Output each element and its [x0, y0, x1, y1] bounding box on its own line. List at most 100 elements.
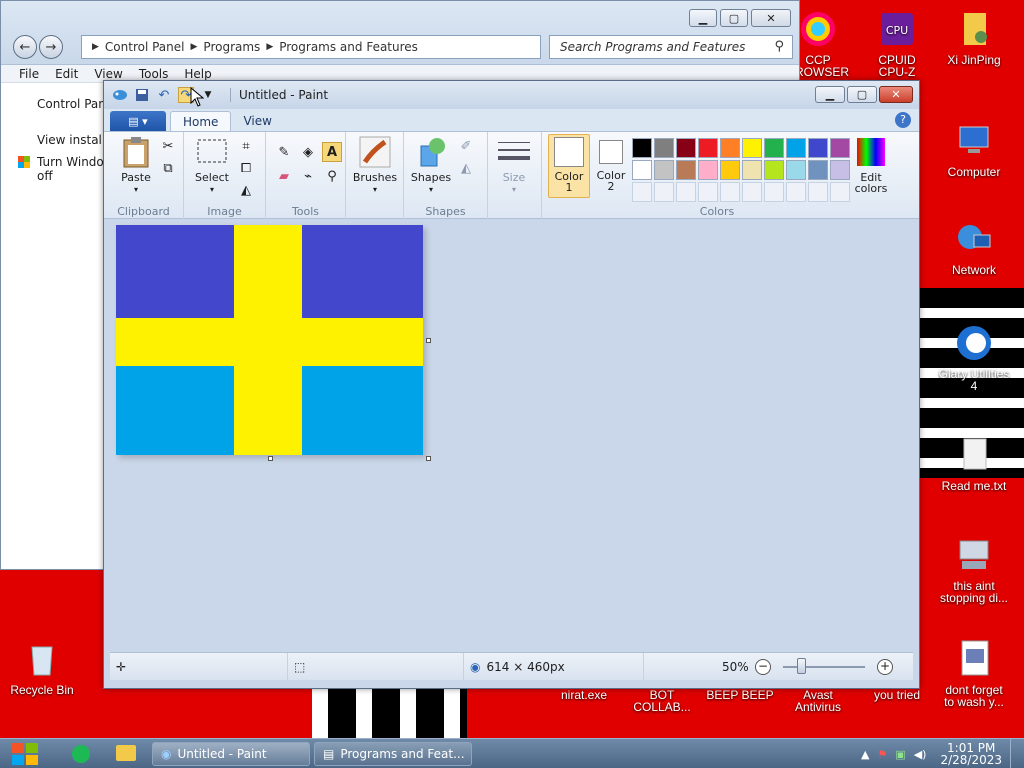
palette-swatch-empty[interactable] — [698, 182, 718, 202]
palette-swatch-empty[interactable] — [632, 182, 652, 202]
shapes-button[interactable]: Shapes ▾ — [408, 136, 454, 195]
outline-icon[interactable]: ✐ — [456, 136, 476, 156]
breadcrumb-control-panel[interactable]: Control Panel — [105, 40, 185, 54]
zoom-out-button[interactable]: − — [755, 659, 771, 675]
breadcrumb-programs[interactable]: Programs — [203, 40, 260, 54]
show-hidden-icons[interactable]: ▲ — [861, 748, 869, 761]
palette-swatch[interactable] — [764, 160, 784, 180]
crop-icon[interactable]: ⌗ — [236, 136, 256, 156]
paste-button[interactable]: Paste ▾ — [116, 136, 156, 195]
desktop-icon-avast[interactable]: Avast Antivirus — [776, 689, 860, 713]
palette-swatch[interactable] — [742, 160, 762, 180]
palette-swatch[interactable] — [720, 138, 740, 158]
desktop-icon-xi-jinping[interactable]: Xi JinPing — [932, 8, 1016, 66]
desktop-icon-recycle-bin[interactable]: Recycle Bin — [0, 638, 84, 696]
desktop-icon-bot-collab[interactable]: BOT COLLAB... — [620, 689, 704, 713]
canvas-area[interactable] — [110, 221, 915, 655]
fill-bucket-icon[interactable]: ◈ — [298, 142, 318, 162]
palette-swatch[interactable] — [786, 160, 806, 180]
resize-handle-bottom[interactable] — [268, 456, 273, 461]
zoom-in-button[interactable]: + — [877, 659, 893, 675]
brushes-button[interactable]: Brushes ▾ — [352, 136, 398, 195]
palette-swatch-empty[interactable] — [676, 182, 696, 202]
menu-edit[interactable]: Edit — [55, 65, 78, 82]
palette-swatch-empty[interactable] — [808, 182, 828, 202]
eraser-icon[interactable]: ▰ — [274, 166, 294, 186]
folder-taskbar-icon[interactable] — [116, 745, 136, 761]
zoom-slider-thumb[interactable] — [797, 658, 806, 674]
start-button[interactable] — [8, 741, 44, 767]
paint-maximize-button[interactable]: ▢ — [847, 86, 877, 103]
palette-swatch[interactable] — [808, 160, 828, 180]
desktop-icon-you-tried[interactable]: you tried — [855, 689, 939, 701]
palette-swatch[interactable] — [720, 160, 740, 180]
size-button[interactable]: Size ▾ — [494, 136, 534, 195]
desktop-icon-nirat[interactable]: nirat.exe — [542, 689, 626, 701]
spotify-taskbar-icon[interactable] — [72, 745, 90, 763]
magnifier-icon[interactable]: ⚲ — [322, 166, 342, 186]
minimize-button[interactable]: ▁ — [689, 9, 717, 27]
desktop-icon-beep-beep[interactable]: BEEP BEEP — [698, 689, 782, 701]
cut-icon[interactable]: ✂ — [158, 136, 178, 156]
pencil-icon[interactable]: ✎ — [274, 142, 294, 162]
select-button[interactable]: Select ▾ — [192, 136, 232, 195]
text-tool-icon[interactable]: A — [322, 142, 342, 162]
palette-swatch[interactable] — [676, 138, 696, 158]
resize-icon[interactable]: ⧠ — [236, 158, 256, 178]
palette-swatch[interactable] — [632, 138, 652, 158]
show-desktop-button[interactable] — [1010, 739, 1020, 768]
palette-swatch[interactable] — [830, 160, 850, 180]
menu-file[interactable]: File — [19, 65, 39, 82]
edit-colors-button[interactable]: Edit colors — [850, 136, 892, 194]
desktop-icon-read-me[interactable]: Read me.txt — [932, 434, 1016, 492]
desktop-icon-dont-forget[interactable]: dont forget to wash y... — [932, 638, 1016, 708]
color2-button[interactable]: Color 2 — [592, 136, 630, 192]
action-center-flag-icon[interactable]: ⚑ — [877, 748, 887, 761]
copy-icon[interactable]: ⧉ — [158, 158, 178, 178]
drawing-canvas[interactable] — [116, 225, 423, 455]
palette-swatch-empty[interactable] — [654, 182, 674, 202]
volume-icon[interactable]: ◀) — [914, 748, 927, 761]
palette-swatch-empty[interactable] — [742, 182, 762, 202]
desktop-icon-this-aint[interactable]: this aint stopping di... — [932, 534, 1016, 604]
taskbar-app-programs-features[interactable]: ▤ Programs and Feat... — [314, 742, 472, 766]
tab-view[interactable]: View — [231, 111, 283, 131]
palette-swatch[interactable] — [654, 138, 674, 158]
palette-swatch[interactable] — [786, 138, 806, 158]
palette-swatch-empty[interactable] — [764, 182, 784, 202]
zoom-slider-track[interactable] — [783, 666, 865, 668]
palette-swatch-empty[interactable] — [830, 182, 850, 202]
forward-button[interactable]: → — [39, 35, 63, 59]
palette-swatch-empty[interactable] — [786, 182, 806, 202]
breadcrumb-programs-and-features[interactable]: Programs and Features — [279, 40, 418, 54]
desktop-icon-cpuid[interactable]: CPU CPUID CPU-Z — [855, 8, 939, 78]
palette-swatch[interactable] — [742, 138, 762, 158]
network-tray-icon[interactable]: ▣ — [895, 748, 905, 761]
palette-swatch[interactable] — [632, 160, 652, 180]
clock[interactable]: 1:01 PM 2/28/2023 — [940, 742, 1002, 766]
paint-menu-button[interactable]: ▤ ▾ — [110, 111, 166, 131]
rotate-icon[interactable]: ◭ — [236, 180, 256, 200]
paint-minimize-button[interactable]: ▁ — [815, 86, 845, 103]
desktop-icon-glary-utilities[interactable]: Glary Utilities 4 — [932, 322, 1016, 392]
back-button[interactable]: ← — [13, 35, 37, 59]
tab-home[interactable]: Home — [170, 111, 232, 131]
palette-swatch-empty[interactable] — [720, 182, 740, 202]
maximize-button[interactable]: ▢ — [720, 9, 748, 27]
palette-swatch[interactable] — [764, 138, 784, 158]
desktop-icon-computer[interactable]: Computer — [932, 120, 1016, 178]
palette-swatch[interactable] — [830, 138, 850, 158]
save-icon[interactable] — [134, 87, 150, 103]
palette-swatch[interactable] — [654, 160, 674, 180]
palette-swatch[interactable] — [698, 138, 718, 158]
palette-swatch[interactable] — [676, 160, 696, 180]
undo-icon[interactable]: ↶ — [156, 87, 172, 103]
help-icon[interactable]: ? — [895, 112, 911, 128]
paint-close-button[interactable]: ✕ — [879, 86, 913, 103]
resize-handle-right[interactable] — [426, 338, 431, 343]
address-bar[interactable]: ▶ Control Panel ▶ Programs ▶ Programs an… — [81, 35, 541, 59]
fill-icon[interactable]: ◭ — [456, 158, 476, 178]
palette-swatch[interactable] — [808, 138, 828, 158]
taskbar-app-paint[interactable]: ◉ Untitled - Paint — [152, 742, 310, 766]
close-button[interactable]: ✕ — [751, 9, 791, 27]
